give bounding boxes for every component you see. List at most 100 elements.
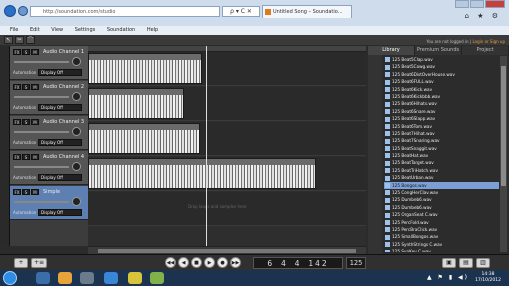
pan-knob[interactable] [72, 127, 81, 136]
library-file-item[interactable]: 125 Beat6DistOverHouse.wav [384, 70, 499, 79]
library-file-item[interactable]: 125 Beat6Snare.wav [384, 107, 499, 116]
system-tray[interactable]: ▲ ⚑ ▮ ◀) [427, 274, 469, 281]
pan-knob[interactable] [72, 57, 81, 66]
library-file-item[interactable]: 125 Beat7Hihat.wav [384, 129, 499, 138]
mute-button[interactable]: M [31, 189, 39, 195]
mute-button[interactable]: M [31, 49, 39, 55]
library-file-item[interactable]: 125 Dumbeb6.wav [384, 203, 499, 212]
library-file-item[interactable]: 125 PercFold.wav [384, 218, 499, 226]
solo-button[interactable]: S [22, 49, 30, 55]
solo-button[interactable]: S [22, 154, 30, 160]
audio-clip[interactable] [88, 158, 316, 189]
volume-slider[interactable] [14, 61, 69, 63]
solo-button[interactable]: S [22, 189, 30, 195]
library-file-item[interactable]: 125 SmallBongos.wav [384, 233, 499, 241]
menu-help[interactable]: Help [147, 27, 158, 33]
track-lane[interactable] [88, 52, 366, 86]
vertical-scrollbar[interactable] [500, 56, 507, 252]
menu-soundation[interactable]: Soundation [107, 27, 135, 33]
address-bar[interactable]: http://soundation.com/studio [30, 6, 220, 17]
library-file-item[interactable]: 125 BeatHat.wav [384, 152, 499, 160]
horizontal-scrollbar[interactable] [88, 246, 366, 254]
library-file-item[interactable]: 125 Beat6FULL.wav [384, 78, 499, 86]
fast-forward-button[interactable]: ▶▶ [230, 257, 241, 268]
tempo-display[interactable]: 125 [346, 257, 366, 269]
ie-icon[interactable] [104, 272, 118, 284]
track-lane[interactable] [88, 192, 366, 226]
folder-icon[interactable] [58, 272, 72, 284]
library-file-item[interactable]: 125 SynthStrings C.wav [384, 240, 499, 249]
automation-select[interactable]: Display Off [38, 139, 82, 146]
track-header[interactable]: FX S M Audio Channel 2 Automation Displa… [10, 81, 88, 115]
view-editor-button[interactable]: ▤ [459, 258, 473, 268]
minimize-button[interactable] [455, 0, 469, 8]
scrollbar-thumb[interactable] [98, 249, 356, 253]
track-header[interactable]: FX S M Audio Channel 4 Automation Displa… [10, 151, 88, 185]
address-bar-icons[interactable]: ρ ▾ C ✕ [222, 6, 260, 17]
tab-project[interactable]: Project [462, 46, 509, 55]
curve-tool-icon[interactable]: ⌒ [26, 36, 35, 44]
maximize-button[interactable] [470, 0, 484, 8]
mute-button[interactable]: M [31, 119, 39, 125]
stop-button[interactable]: ■ [191, 257, 202, 268]
library-file-item[interactable]: 125 Beat6Hihats.wav [384, 100, 499, 108]
clock[interactable]: 14:38 17/10/2012 [475, 272, 501, 284]
solo-button[interactable]: S [22, 119, 30, 125]
start-button[interactable] [3, 271, 17, 285]
close-window-button[interactable] [485, 0, 505, 8]
track-lane[interactable] [88, 157, 366, 191]
rewind-button[interactable]: ◀◀ [165, 257, 176, 268]
tab-soundation[interactable]: Untitled Song – Soundatio... [262, 5, 352, 18]
track-header-selected[interactable]: FX S M Simple Automation Display Off [10, 186, 88, 220]
record-button[interactable]: ● [217, 257, 228, 268]
library-file-item[interactable]: 125 Beat6Kickbbb.wav [384, 92, 499, 101]
add-track-button[interactable]: + [14, 258, 28, 268]
explorer-icon[interactable] [36, 272, 50, 284]
view-mixer-button[interactable]: ▣ [442, 258, 456, 268]
cut-tool-icon[interactable]: ✂ [15, 36, 24, 44]
back-button[interactable] [4, 5, 16, 17]
back-button[interactable]: ◀ [178, 257, 189, 268]
pan-knob[interactable] [72, 162, 81, 171]
arrangement-timeline[interactable]: Drop loops and samples here [88, 46, 366, 246]
automation-select[interactable]: Display Off [38, 209, 82, 216]
library-file-item[interactable]: 125 PercBraClick.wav [384, 225, 499, 234]
library-file-item[interactable]: 125 BeatTarget.wav [384, 159, 499, 167]
library-file-item[interactable]: 125 Beat6Slapp.wav [384, 115, 499, 123]
audio-clip[interactable] [88, 88, 184, 119]
app-icon[interactable] [128, 272, 142, 284]
menu-view[interactable]: View [51, 27, 63, 33]
menu-file[interactable]: File [10, 27, 18, 33]
fx-button[interactable]: FX [13, 119, 21, 125]
folder-column[interactable] [368, 55, 382, 254]
library-file-item[interactable]: 125 Dumbeb6.wav [384, 196, 499, 204]
library-file-item[interactable]: 125 Beat5Cowg.wav [384, 63, 499, 71]
automation-select[interactable]: Display Off [38, 174, 82, 181]
forward-button[interactable] [18, 6, 28, 16]
scrollbar-thumb[interactable] [501, 66, 506, 186]
fx-button[interactable]: FX [13, 154, 21, 160]
view-library-button[interactable]: ▥ [476, 258, 490, 268]
pan-knob[interactable] [72, 197, 81, 206]
audio-clip[interactable] [88, 123, 200, 154]
pan-knob[interactable] [72, 92, 81, 101]
tab-library[interactable]: Library [368, 46, 415, 55]
library-file-item[interactable]: 125 BeatSnaggit.wav [384, 144, 499, 153]
track-lane[interactable] [88, 87, 366, 121]
library-file-item[interactable]: 125 Bongos.wav [384, 181, 499, 190]
add-channel-button[interactable]: +≡ [31, 258, 47, 268]
library-file-item[interactable]: 125 Beat6Tom.wav [384, 122, 499, 130]
volume-slider[interactable] [14, 131, 69, 133]
volume-slider[interactable] [14, 166, 69, 168]
browser-toolbar-icons[interactable]: ⌂ ★ ⚙ [465, 12, 501, 20]
library-file-item[interactable]: 125 BeatTriHatch.wav [384, 166, 499, 175]
volume-slider[interactable] [14, 201, 69, 203]
track-header[interactable]: FX S M Audio Channel 1 Automation Displa… [10, 46, 88, 80]
library-file-item[interactable]: 125 Beat7Snaring.wav [384, 137, 499, 145]
tab-premium-sounds[interactable]: Premium Sounds [415, 46, 462, 55]
library-file-item[interactable]: 125 CongHerClav.wav [384, 189, 499, 197]
automation-select[interactable]: Display Off [38, 69, 82, 76]
library-file-item[interactable]: 125 SynKey C.wav [384, 248, 499, 252]
mute-button[interactable]: M [31, 154, 39, 160]
automation-select[interactable]: Display Off [38, 104, 82, 111]
